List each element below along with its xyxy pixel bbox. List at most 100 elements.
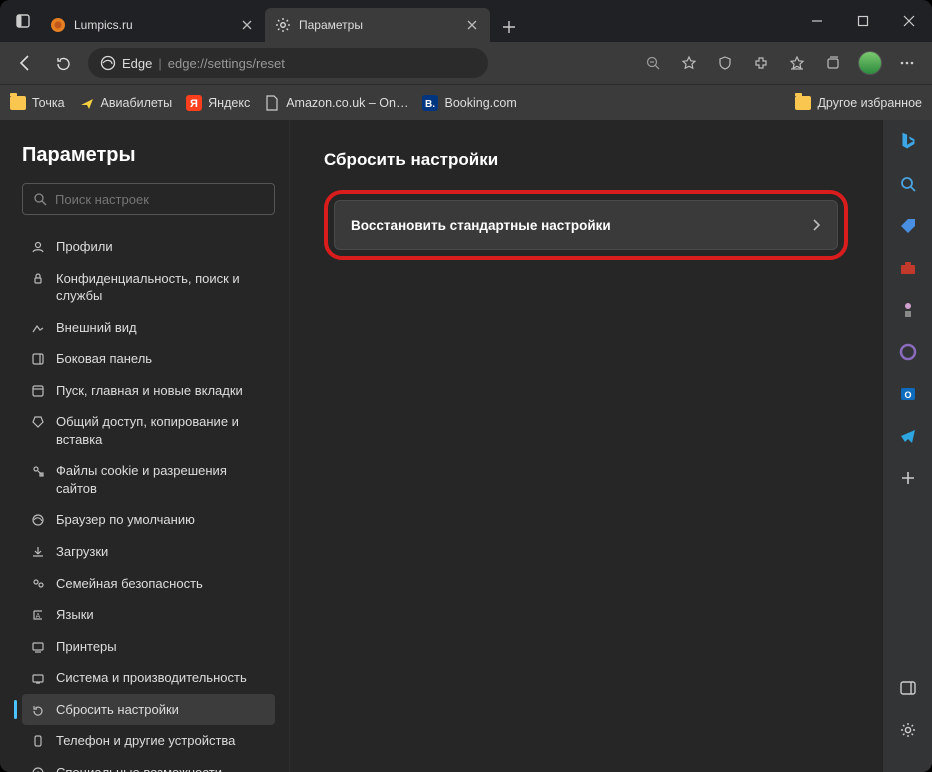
tab-title: Lumpics.ru	[74, 18, 233, 32]
nav-label: Конфиденциальность, поиск и службы	[56, 270, 267, 305]
nav-icon	[30, 639, 46, 655]
settings-gear-icon[interactable]	[896, 718, 920, 742]
nav-icon	[30, 702, 46, 718]
close-window-button[interactable]	[886, 0, 932, 42]
yandex-icon: Я	[186, 95, 202, 111]
favorites-button[interactable]	[780, 46, 814, 80]
addr-app: Edge	[122, 56, 152, 71]
refresh-button[interactable]	[46, 46, 80, 80]
gear-icon	[275, 17, 291, 33]
card-label: Восстановить стандартные настройки	[351, 218, 611, 233]
edge-sidebar: O	[882, 120, 932, 772]
briefcase-icon[interactable]	[896, 256, 920, 280]
bookmark-aviatickets[interactable]: Авиабилеты	[79, 95, 173, 111]
sidebar-toggle-icon[interactable]	[896, 676, 920, 700]
nav-label: Файлы cookie и разрешения сайтов	[56, 462, 267, 497]
bookmark-other[interactable]: Другое избранное	[795, 95, 922, 111]
edge-icon	[100, 55, 116, 71]
nav-label: Загрузки	[56, 543, 108, 561]
extensions-button[interactable]	[744, 46, 778, 80]
reset-defaults-card[interactable]: Восстановить стандартные настройки	[334, 200, 838, 250]
bing-icon[interactable]	[896, 130, 920, 154]
settings-nav-item[interactable]: Пуск, главная и новые вкладки	[22, 375, 275, 407]
settings-nav-item[interactable]: Общий доступ, копирование и вставка	[22, 406, 275, 455]
settings-nav-item[interactable]: Файлы cookie и разрешения сайтов	[22, 455, 275, 504]
nav-label: Телефон и другие устройства	[56, 732, 235, 750]
office-icon[interactable]	[896, 340, 920, 364]
bookmark-booking[interactable]: B.Booking.com	[422, 95, 516, 111]
chevron-right-icon	[811, 218, 821, 232]
nav-label: Боковая панель	[56, 350, 152, 368]
nav-label: Принтеры	[56, 638, 117, 656]
tab-lumpics[interactable]: Lumpics.ru	[40, 8, 265, 42]
nav-icon	[30, 239, 46, 255]
bookmark-yandex[interactable]: ЯЯндекс	[186, 95, 250, 111]
nav-label: Общий доступ, копирование и вставка	[56, 413, 267, 448]
nav-icon	[30, 544, 46, 560]
shield-icon[interactable]	[708, 46, 742, 80]
nav-icon	[30, 271, 46, 287]
maximize-button[interactable]	[840, 0, 886, 42]
booking-icon: B.	[422, 95, 438, 111]
settings-nav-item[interactable]: Внешний вид	[22, 312, 275, 344]
profile-avatar[interactable]	[858, 51, 882, 75]
plane-icon	[79, 95, 95, 111]
search-input[interactable]	[55, 192, 264, 207]
games-icon[interactable]	[896, 298, 920, 322]
settings-nav-item[interactable]: Боковая панель	[22, 343, 275, 375]
settings-nav: Профили Конфиденциальность, поиск и служб…	[22, 231, 275, 772]
nav-icon	[30, 765, 46, 772]
add-sidebar-button[interactable]	[896, 466, 920, 490]
favicon-lumpics	[50, 17, 66, 33]
window-controls	[794, 0, 932, 42]
close-icon[interactable]	[239, 17, 255, 33]
settings-nav-item[interactable]: Сбросить настройки	[22, 694, 275, 726]
bookmark-tochka[interactable]: Точка	[10, 95, 65, 111]
svg-text:O: O	[904, 390, 911, 400]
nav-icon	[30, 576, 46, 592]
menu-button[interactable]	[890, 46, 924, 80]
search-icon	[33, 192, 47, 206]
settings-main: Сбросить настройки Восстановить стандарт…	[290, 120, 882, 772]
settings-sidebar: Параметры ПрофилиКонфиденциальность, пои…	[0, 120, 290, 772]
settings-nav-item[interactable]: Браузер по умолчанию	[22, 504, 275, 536]
zoom-button[interactable]	[636, 46, 670, 80]
settings-nav-item[interactable]: Конфиденциальность, поиск и службы	[22, 263, 275, 312]
highlight-annotation: Восстановить стандартные настройки	[324, 190, 848, 260]
folder-icon	[10, 95, 26, 111]
nav-icon	[30, 512, 46, 528]
settings-nav-item[interactable]: Специальные возможности	[22, 757, 275, 772]
settings-nav-item[interactable]: Телефон и другие устройства	[22, 725, 275, 757]
settings-nav-item[interactable]: Профили	[22, 231, 275, 263]
folder-icon	[795, 95, 811, 111]
tab-settings[interactable]: Параметры	[265, 8, 490, 42]
minimize-button[interactable]	[794, 0, 840, 42]
settings-nav-item[interactable]: Система и производительность	[22, 662, 275, 694]
new-tab-button[interactable]	[494, 12, 524, 42]
nav-label: Внешний вид	[56, 319, 137, 337]
address-bar[interactable]: Edge | edge://settings/reset	[88, 48, 488, 78]
nav-icon	[30, 320, 46, 336]
search-icon[interactable]	[896, 172, 920, 196]
tab-actions-button[interactable]	[6, 4, 40, 38]
settings-search[interactable]	[22, 183, 275, 215]
settings-nav-item[interactable]: Загрузки	[22, 536, 275, 568]
settings-nav-item[interactable]: Семейная безопасность	[22, 568, 275, 600]
telegram-icon[interactable]	[896, 424, 920, 448]
settings-nav-item[interactable]: Принтеры	[22, 631, 275, 663]
nav-icon	[30, 463, 46, 479]
close-icon[interactable]	[464, 17, 480, 33]
favorite-button[interactable]	[672, 46, 706, 80]
outlook-icon[interactable]: O	[896, 382, 920, 406]
tag-icon[interactable]	[896, 214, 920, 238]
nav-label: Система и производительность	[56, 669, 247, 687]
collections-button[interactable]	[816, 46, 850, 80]
settings-nav-item[interactable]: A Языки	[22, 599, 275, 631]
nav-label: Языки	[56, 606, 94, 624]
svg-text:A: A	[36, 613, 41, 620]
svg-text:B.: B.	[425, 99, 435, 110]
section-title: Сбросить настройки	[324, 150, 848, 170]
svg-text:Я: Я	[190, 98, 198, 110]
bookmark-amazon[interactable]: Amazon.co.uk – On…	[264, 95, 408, 111]
back-button[interactable]	[8, 46, 42, 80]
